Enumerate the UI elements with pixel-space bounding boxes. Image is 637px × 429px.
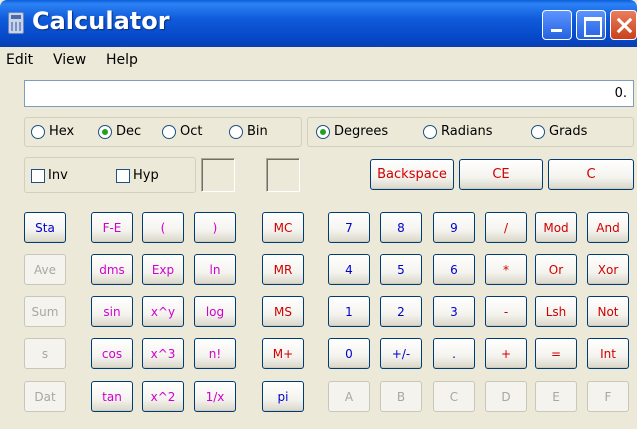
digit-0-button[interactable]: 0 — [328, 338, 370, 369]
radio-dot — [531, 124, 545, 139]
display-value: 0. — [614, 86, 627, 101]
digit-3-button[interactable]: 3 — [433, 296, 475, 327]
minimize-button[interactable] — [542, 10, 572, 40]
inv-hyp-group: Inv Hyp — [24, 157, 196, 193]
factorial-button[interactable]: n! — [194, 338, 236, 369]
digit-8-button[interactable]: 8 — [380, 212, 422, 243]
radio-dot — [31, 124, 45, 139]
ln-button[interactable]: ln — [194, 254, 236, 285]
sin-button[interactable]: sin — [91, 296, 133, 327]
memory-indicator — [266, 158, 300, 192]
radio-dot-selected — [316, 124, 330, 139]
hex-a-button[interactable]: A — [328, 381, 370, 412]
radio-dot-selected — [98, 124, 112, 139]
radio-hex[interactable]: Hex — [31, 124, 74, 139]
mod-button[interactable]: Mod — [535, 212, 577, 243]
maximize-button[interactable] — [576, 10, 606, 40]
not-button[interactable]: Not — [587, 296, 629, 327]
c-button[interactable]: C — [548, 159, 634, 190]
calculator-icon — [8, 12, 24, 34]
parenthesis-indicator — [201, 158, 235, 192]
pi-button[interactable]: pi — [262, 381, 304, 412]
equals-button[interactable]: = — [535, 338, 577, 369]
dat-button[interactable]: Dat — [24, 381, 66, 412]
sum-button[interactable]: Sum — [24, 296, 66, 327]
radio-dot — [423, 124, 437, 139]
radio-bin[interactable]: Bin — [229, 124, 268, 139]
ave-button[interactable]: Ave — [24, 254, 66, 285]
window-title: Calculator — [32, 7, 170, 35]
digit-6-button[interactable]: 6 — [433, 254, 475, 285]
checkbox-box — [116, 168, 130, 183]
dms-button[interactable]: dms — [91, 254, 133, 285]
and-button[interactable]: And — [587, 212, 629, 243]
square-button[interactable]: x^2 — [142, 381, 184, 412]
radio-dot — [162, 124, 176, 139]
log-button[interactable]: log — [194, 296, 236, 327]
menu-help[interactable]: Help — [106, 52, 138, 68]
hex-f-button[interactable]: F — [587, 381, 629, 412]
tan-button[interactable]: tan — [91, 381, 133, 412]
hex-b-button[interactable]: B — [380, 381, 422, 412]
m-plus-button[interactable]: M+ — [262, 338, 304, 369]
digit-5-button[interactable]: 5 — [380, 254, 422, 285]
mr-button[interactable]: MR — [262, 254, 304, 285]
menu-view[interactable]: View — [53, 52, 86, 68]
close-button[interactable] — [610, 10, 637, 40]
s-button[interactable]: s — [24, 338, 66, 369]
mc-button[interactable]: MC — [262, 212, 304, 243]
decimal-button[interactable]: . — [433, 338, 475, 369]
digit-2-button[interactable]: 2 — [380, 296, 422, 327]
radio-dec[interactable]: Dec — [98, 124, 141, 139]
or-button[interactable]: Or — [535, 254, 577, 285]
menu-edit[interactable]: Edit — [6, 52, 33, 68]
checkbox-box — [31, 168, 45, 183]
checkbox-hyp[interactable]: Hyp — [116, 168, 159, 183]
radio-degrees[interactable]: Degrees — [316, 124, 388, 139]
fe-button[interactable]: F-E — [91, 212, 133, 243]
multiply-button[interactable]: * — [485, 254, 527, 285]
hex-d-button[interactable]: D — [485, 381, 527, 412]
digit-7-button[interactable]: 7 — [328, 212, 370, 243]
subtract-button[interactable]: - — [485, 296, 527, 327]
base-group: Hex Dec Oct Bin — [24, 117, 302, 147]
add-button[interactable]: + — [485, 338, 527, 369]
exp-button[interactable]: Exp — [142, 254, 184, 285]
checkbox-inv[interactable]: Inv — [31, 168, 68, 183]
radio-radians[interactable]: Radians — [423, 124, 493, 139]
cube-button[interactable]: x^3 — [142, 338, 184, 369]
result-display[interactable]: 0. — [24, 80, 634, 107]
radio-grads[interactable]: Grads — [531, 124, 587, 139]
divide-button[interactable]: / — [485, 212, 527, 243]
ce-button[interactable]: CE — [459, 159, 543, 190]
menu-bar: Edit View Help — [0, 47, 637, 73]
ms-button[interactable]: MS — [262, 296, 304, 327]
hex-e-button[interactable]: E — [535, 381, 577, 412]
digit-9-button[interactable]: 9 — [433, 212, 475, 243]
power-button[interactable]: x^y — [142, 296, 184, 327]
radio-dot — [229, 124, 243, 139]
hex-c-button[interactable]: C — [433, 381, 475, 412]
radio-oct[interactable]: Oct — [162, 124, 202, 139]
lsh-button[interactable]: Lsh — [535, 296, 577, 327]
reciprocal-button[interactable]: 1/x — [194, 381, 236, 412]
sta-button[interactable]: Sta — [24, 212, 66, 243]
xor-button[interactable]: Xor — [587, 254, 629, 285]
negate-button[interactable]: +/- — [380, 338, 422, 369]
angle-group: Degrees Radians Grads — [307, 117, 634, 147]
close-paren-button[interactable]: ) — [194, 212, 236, 243]
backspace-button[interactable]: Backspace — [370, 159, 454, 190]
cos-button[interactable]: cos — [91, 338, 133, 369]
title-bar[interactable]: Calculator — [0, 0, 637, 47]
open-paren-button[interactable]: ( — [142, 212, 184, 243]
digit-1-button[interactable]: 1 — [328, 296, 370, 327]
digit-4-button[interactable]: 4 — [328, 254, 370, 285]
int-button[interactable]: Int — [587, 338, 629, 369]
